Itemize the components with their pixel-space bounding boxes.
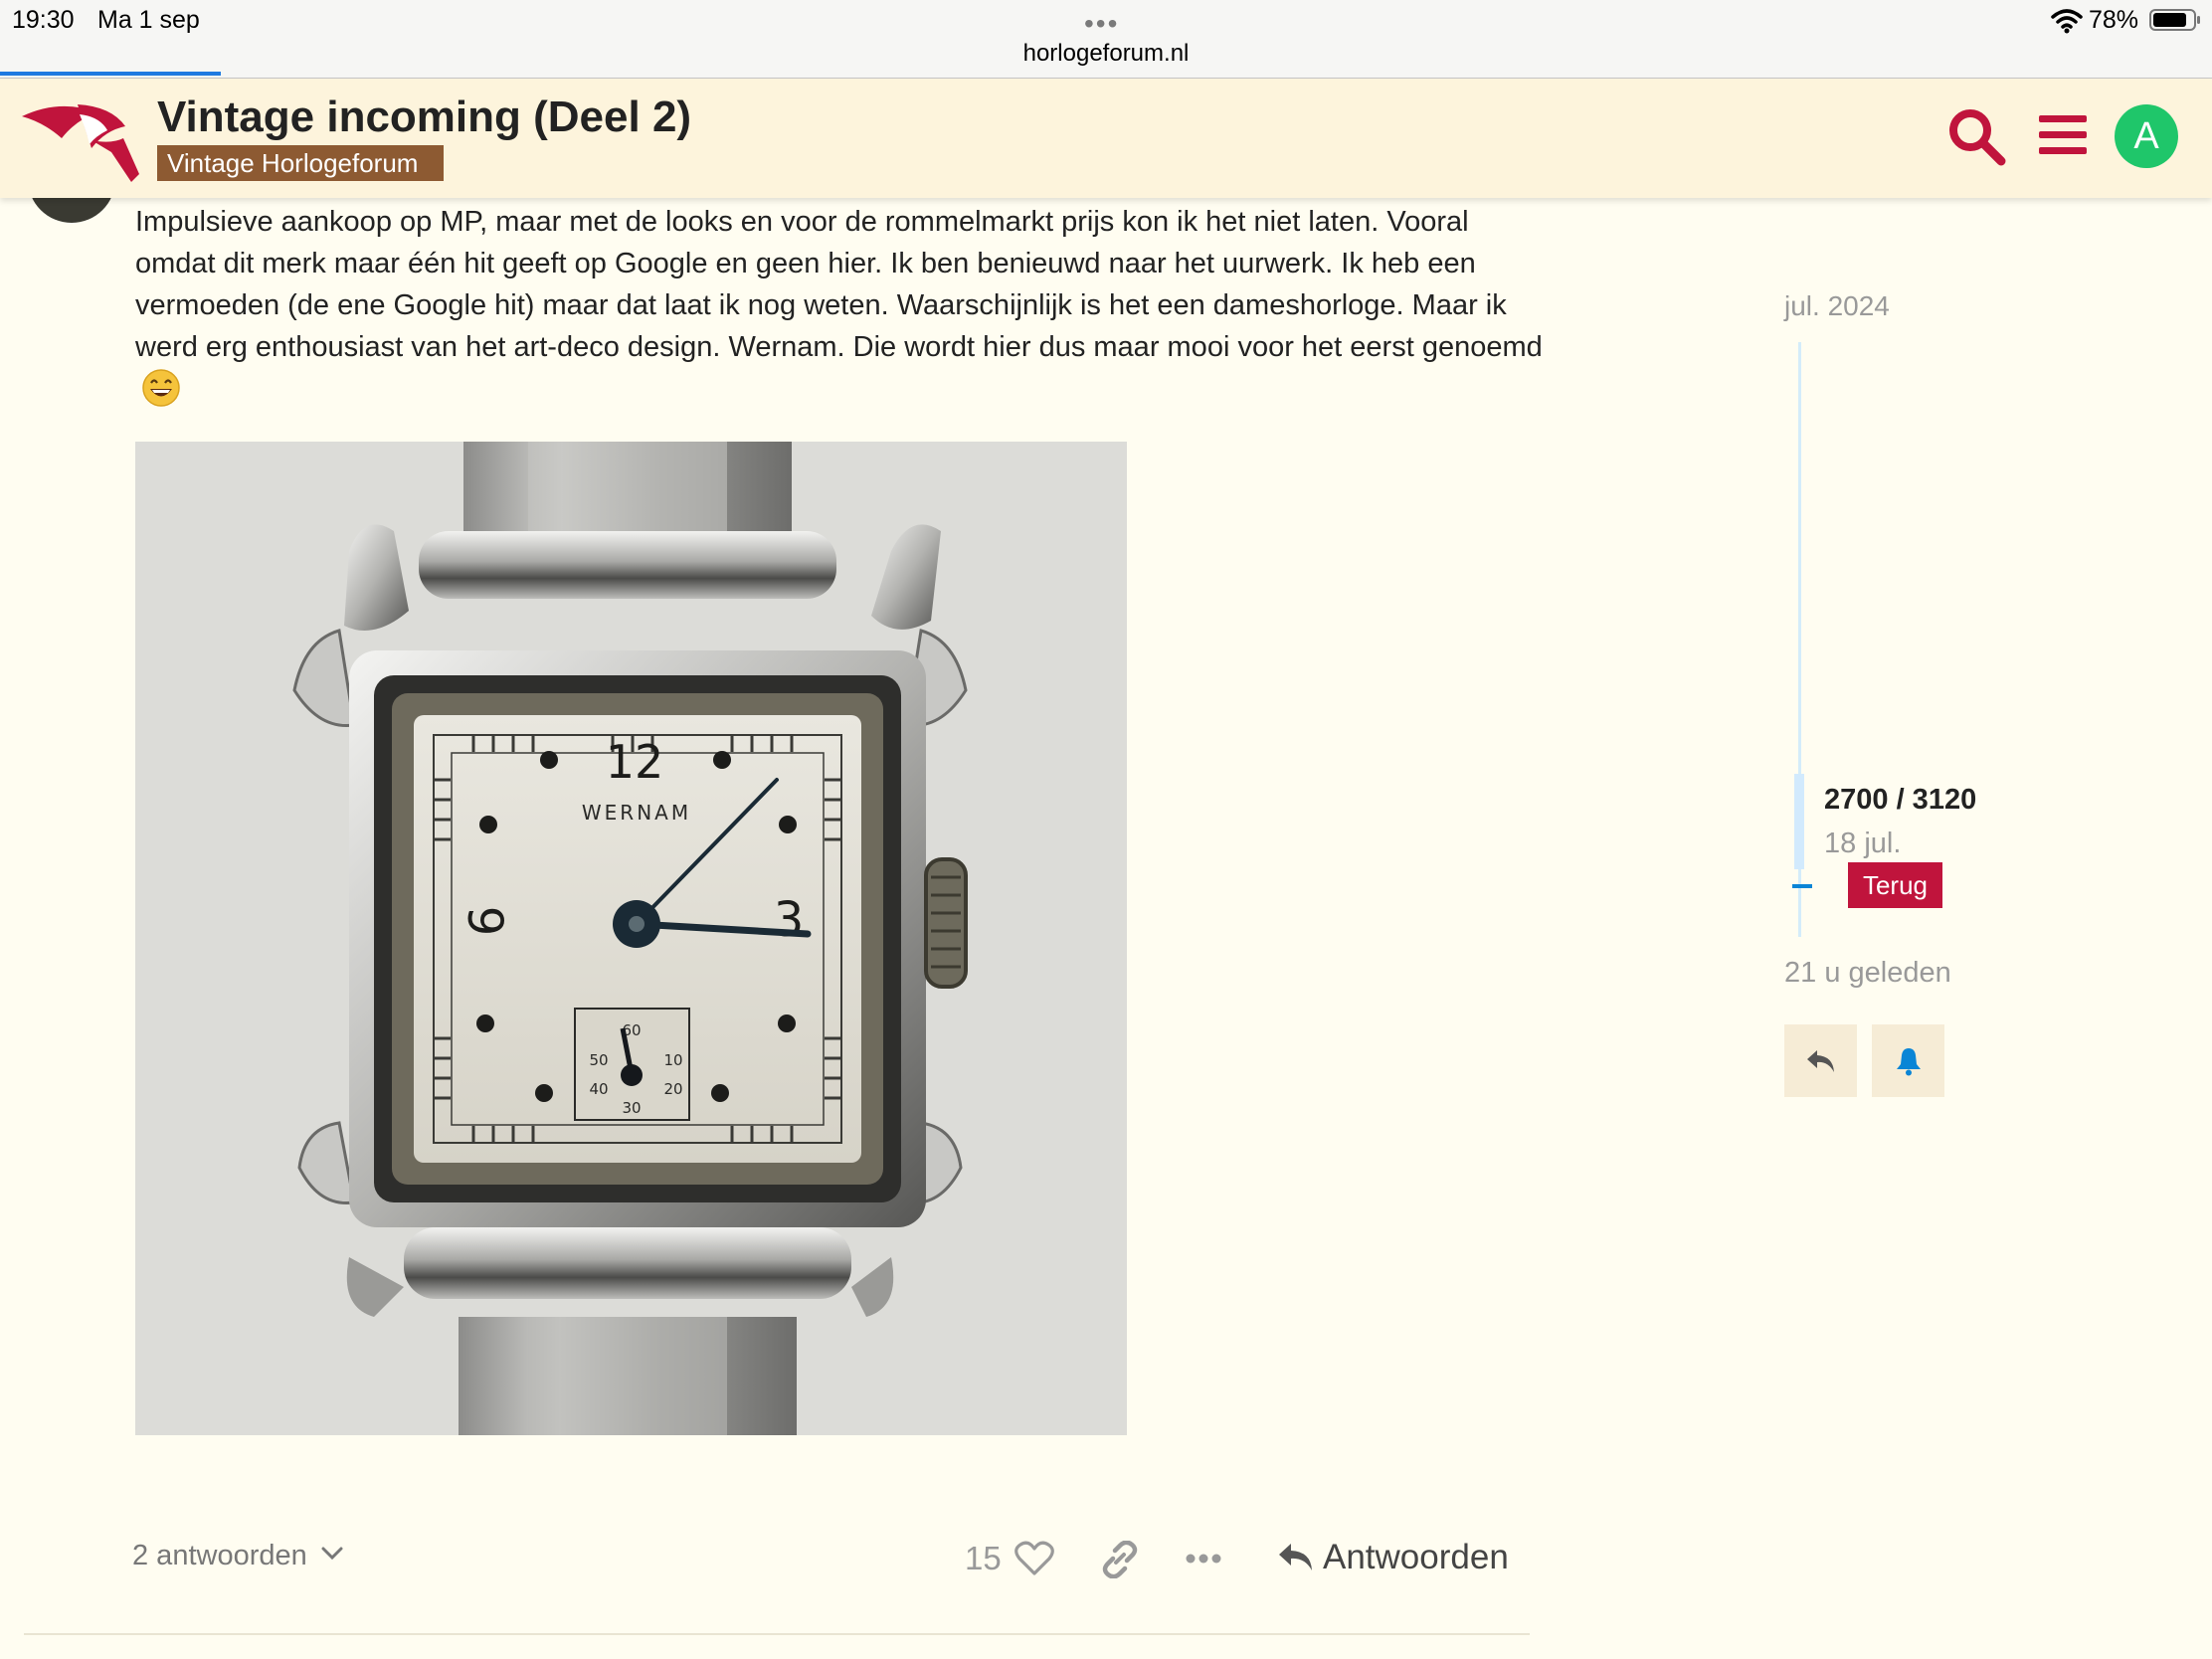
dial-numeral-3: 3 <box>774 892 805 948</box>
address-bar-url[interactable]: horlogeforum.nl <box>0 40 2212 68</box>
subdial-label-30: 30 <box>622 1099 641 1117</box>
reply-icon <box>1807 1050 1834 1072</box>
page-load-progress <box>0 72 221 76</box>
post-divider <box>24 1633 1530 1635</box>
subdial-label-20: 20 <box>663 1080 682 1098</box>
watch-photo: 12 3 9 WERNAM 60 10 20 30 40 50 <box>135 442 1127 1435</box>
heart-icon[interactable] <box>1014 1541 1054 1576</box>
hamburger-menu-icon[interactable] <box>2037 111 2089 159</box>
reply-icon <box>1279 1544 1312 1570</box>
timeline-handle[interactable] <box>1794 774 1804 869</box>
subdial-label-50: 50 <box>589 1051 608 1069</box>
battery-percentage: 78% <box>2089 6 2139 34</box>
timeline-position: 2700 / 3120 <box>1824 784 1977 816</box>
timeline-start-date[interactable]: jul. 2024 <box>1784 290 1890 322</box>
dial-brand: WERNAM <box>582 801 691 825</box>
timeline-back-button[interactable]: Terug <box>1848 862 1942 908</box>
like-count[interactable]: 15 <box>965 1540 1002 1577</box>
timeline-position-date: 18 jul. <box>1824 828 1902 859</box>
more-options-icon[interactable] <box>1186 1552 1221 1566</box>
replies-label: 2 antwoorden <box>132 1540 307 1571</box>
timeline-notification-button[interactable] <box>1872 1024 1944 1097</box>
timeline-reply-button[interactable] <box>1784 1024 1857 1097</box>
subdial-label-40: 40 <box>589 1080 608 1098</box>
status-time: 19:30 <box>12 6 75 34</box>
timeline-last-read-marker <box>1792 884 1812 888</box>
search-icon[interactable] <box>1945 105 2007 167</box>
grinning-emoji-icon <box>142 369 180 407</box>
timeline-end-date[interactable]: 21 u geleden <box>1784 957 1951 990</box>
chevron-down-icon <box>321 1547 343 1561</box>
status-date: Ma 1 sep <box>97 6 200 34</box>
category-badge[interactable]: Vintage Horlogeforum <box>157 145 445 181</box>
dial-numeral-9: 9 <box>457 906 512 937</box>
reply-button[interactable]: Antwoorden <box>1277 1538 1509 1577</box>
post-image-watch[interactable]: 12 3 9 WERNAM 60 10 20 30 40 50 <box>135 442 1127 1435</box>
status-bar: 19:30 Ma 1 sep ••• 78% horlogeforum.nl <box>0 0 2212 79</box>
tab-dots-icon[interactable]: ••• <box>1084 8 1119 40</box>
replies-toggle[interactable]: 2 antwoorden <box>132 1540 343 1572</box>
reply-label: Antwoorden <box>1323 1538 1509 1576</box>
post-text: Impulsieve aankoop op MP, maar met de lo… <box>135 206 1543 363</box>
topic-title[interactable]: Vintage incoming (Deel 2) <box>157 92 691 142</box>
dial-numeral-12: 12 <box>606 735 664 789</box>
link-icon[interactable] <box>1100 1541 1140 1578</box>
post-body: Impulsieve aankoop op MP, maar met de lo… <box>135 201 1548 412</box>
user-avatar[interactable]: A <box>2115 104 2178 168</box>
wifi-icon <box>2051 9 2083 34</box>
battery-icon <box>2149 9 2200 31</box>
subdial-label-10: 10 <box>663 1051 682 1069</box>
bell-icon <box>1897 1048 1921 1076</box>
site-header: Vintage incoming (Deel 2) Vintage Horlog… <box>0 79 2212 198</box>
logo-icon[interactable] <box>20 94 145 184</box>
